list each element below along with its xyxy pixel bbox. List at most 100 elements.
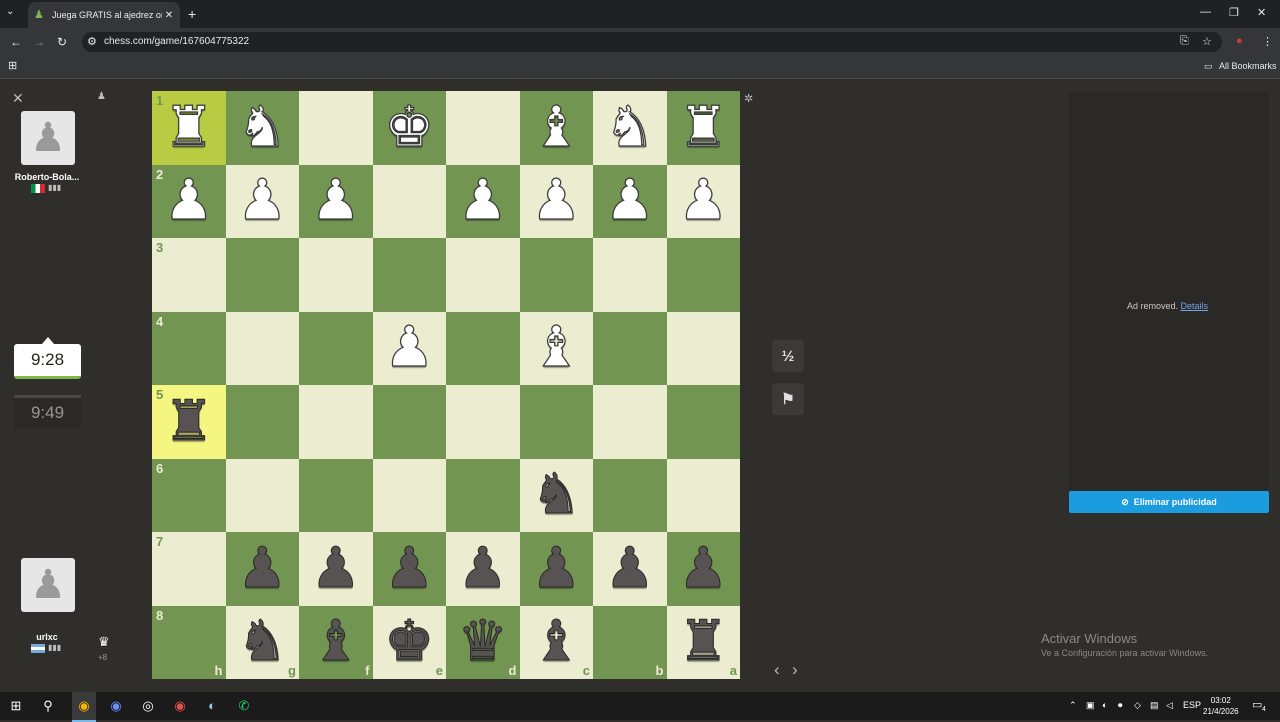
square-g6[interactable] [225,458,299,532]
square-f5[interactable] [299,385,373,459]
square-c7[interactable]: ♟ [519,532,593,606]
volume-icon[interactable]: ◁ [1166,700,1173,711]
white-rook-icon[interactable]: ♜ [163,99,214,156]
square-d8[interactable]: d ♛ [446,605,520,679]
square-g4[interactable] [225,311,299,385]
bottom-player-avatar[interactable]: ♟ [21,558,75,612]
square-d2[interactable]: ♟ [446,164,520,238]
square-e4[interactable]: ♟ [372,311,446,385]
square-h2[interactable]: 2 ♟ [152,164,226,238]
square-b1[interactable]: ♞ [593,91,667,165]
close-sidebar-icon[interactable]: ✕ [12,90,24,107]
white-pawn-icon[interactable]: ♟ [384,319,435,376]
windows-start-icon[interactable]: ⊞ [7,698,25,714]
black-bishop-icon[interactable]: ♝ [310,613,361,670]
square-a8[interactable]: a ♜ [666,605,740,679]
install-app-icon[interactable]: ⎘ [1180,35,1189,48]
square-h5[interactable]: 5 ♜ [152,385,226,459]
square-c8[interactable]: c ♝ [519,605,593,679]
tray-steam-icon[interactable]: ◐ [1102,700,1107,710]
black-pawn-icon[interactable]: ♟ [237,540,288,597]
square-d4[interactable] [446,311,520,385]
square-b6[interactable] [593,458,667,532]
square-a5[interactable] [666,385,740,459]
pin-icon[interactable]: ♟ [97,91,106,102]
chrome-alt-icon[interactable]: ◉ [171,698,189,714]
square-d6[interactable] [446,458,520,532]
next-move-icon[interactable]: › [792,660,798,680]
black-rook-icon[interactable]: ♜ [678,613,729,670]
black-queen-icon[interactable]: ♛ [457,613,508,670]
black-rook-icon[interactable]: ♜ [163,393,214,450]
restore-icon[interactable]: ❐ [1229,6,1239,19]
back-icon[interactable]: ← [10,35,22,49]
white-pawn-icon[interactable]: ♟ [678,172,729,229]
square-b3[interactable] [593,238,667,312]
square-b4[interactable] [593,311,667,385]
black-pawn-icon[interactable]: ♟ [457,540,508,597]
square-d5[interactable] [446,385,520,459]
forward-icon[interactable]: → [33,35,45,49]
top-player-avatar[interactable]: ♟ [21,111,75,165]
steam-icon[interactable]: ◐ [203,698,221,714]
black-king-icon[interactable]: ♚ [384,613,435,670]
square-d3[interactable] [446,238,520,312]
white-bishop-icon[interactable]: ♝ [531,99,582,156]
all-bookmarks-link[interactable]: All Bookmarks [1219,61,1277,71]
square-g8[interactable]: g ♞ [225,605,299,679]
square-f3[interactable] [299,238,373,312]
square-c5[interactable] [519,385,593,459]
square-g2[interactable]: ♟ [225,164,299,238]
close-window-icon[interactable]: ✕ [1257,6,1266,19]
square-h4[interactable]: 4 [152,311,226,385]
black-pawn-icon[interactable]: ♟ [678,540,729,597]
square-c3[interactable] [519,238,593,312]
square-g3[interactable] [225,238,299,312]
square-d1[interactable] [446,91,520,165]
square-h6[interactable]: 6 [152,458,226,532]
site-info-icon[interactable]: ⚙ [87,35,97,48]
tab-search-icon[interactable]: ⌄ [6,6,14,17]
square-c6[interactable]: ♞ [519,458,593,532]
previous-move-icon[interactable]: ‹ [774,660,780,680]
square-h3[interactable]: 3 [152,238,226,312]
apps-grid-icon[interactable]: ⊞ [8,59,17,72]
language-indicator[interactable]: ESP [1183,700,1201,710]
bookmark-star-icon[interactable]: ☆ [1202,35,1212,48]
tray-expand-icon[interactable]: ⌃ [1069,700,1077,711]
black-bishop-icon[interactable]: ♝ [531,613,582,670]
black-knight-icon[interactable]: ♞ [531,466,582,523]
square-f1[interactable] [299,91,373,165]
white-pawn-icon[interactable]: ♟ [531,172,582,229]
black-pawn-icon[interactable]: ♟ [310,540,361,597]
top-player-name[interactable]: Roberto-Bola... [8,172,86,182]
bottom-player-name[interactable]: urlxc [8,632,86,642]
square-f2[interactable]: ♟ [299,164,373,238]
resign-button[interactable]: ⚑ [772,383,804,415]
white-pawn-icon[interactable]: ♟ [604,172,655,229]
square-a7[interactable]: ♟ [666,532,740,606]
square-a1[interactable]: ♜ [666,91,740,165]
system-clock[interactable]: 03:02 21/4/2026 [1203,695,1239,717]
tab-close-icon[interactable]: ✕ [162,10,176,21]
black-pawn-icon[interactable]: ♟ [604,540,655,597]
square-e6[interactable] [372,458,446,532]
square-e5[interactable] [372,385,446,459]
square-a4[interactable] [666,311,740,385]
white-bishop-icon[interactable]: ♝ [531,319,582,376]
chrome-profile-icon[interactable]: ◉ [107,698,125,714]
square-f8[interactable]: f ♝ [299,605,373,679]
square-h8[interactable]: 8h [152,605,226,679]
black-pawn-icon[interactable]: ♟ [384,540,435,597]
microphone-icon[interactable]: ⏺ [1118,700,1123,711]
profile-icon[interactable]: ● [1236,35,1243,47]
tray-app-icon[interactable]: ▣ [1086,700,1095,711]
square-c4[interactable]: ♝ [519,311,593,385]
square-d7[interactable]: ♟ [446,532,520,606]
square-b2[interactable]: ♟ [593,164,667,238]
square-b8[interactable]: b [593,605,667,679]
new-tab-icon[interactable]: + [188,6,196,22]
square-a6[interactable] [666,458,740,532]
square-f6[interactable] [299,458,373,532]
square-f4[interactable] [299,311,373,385]
